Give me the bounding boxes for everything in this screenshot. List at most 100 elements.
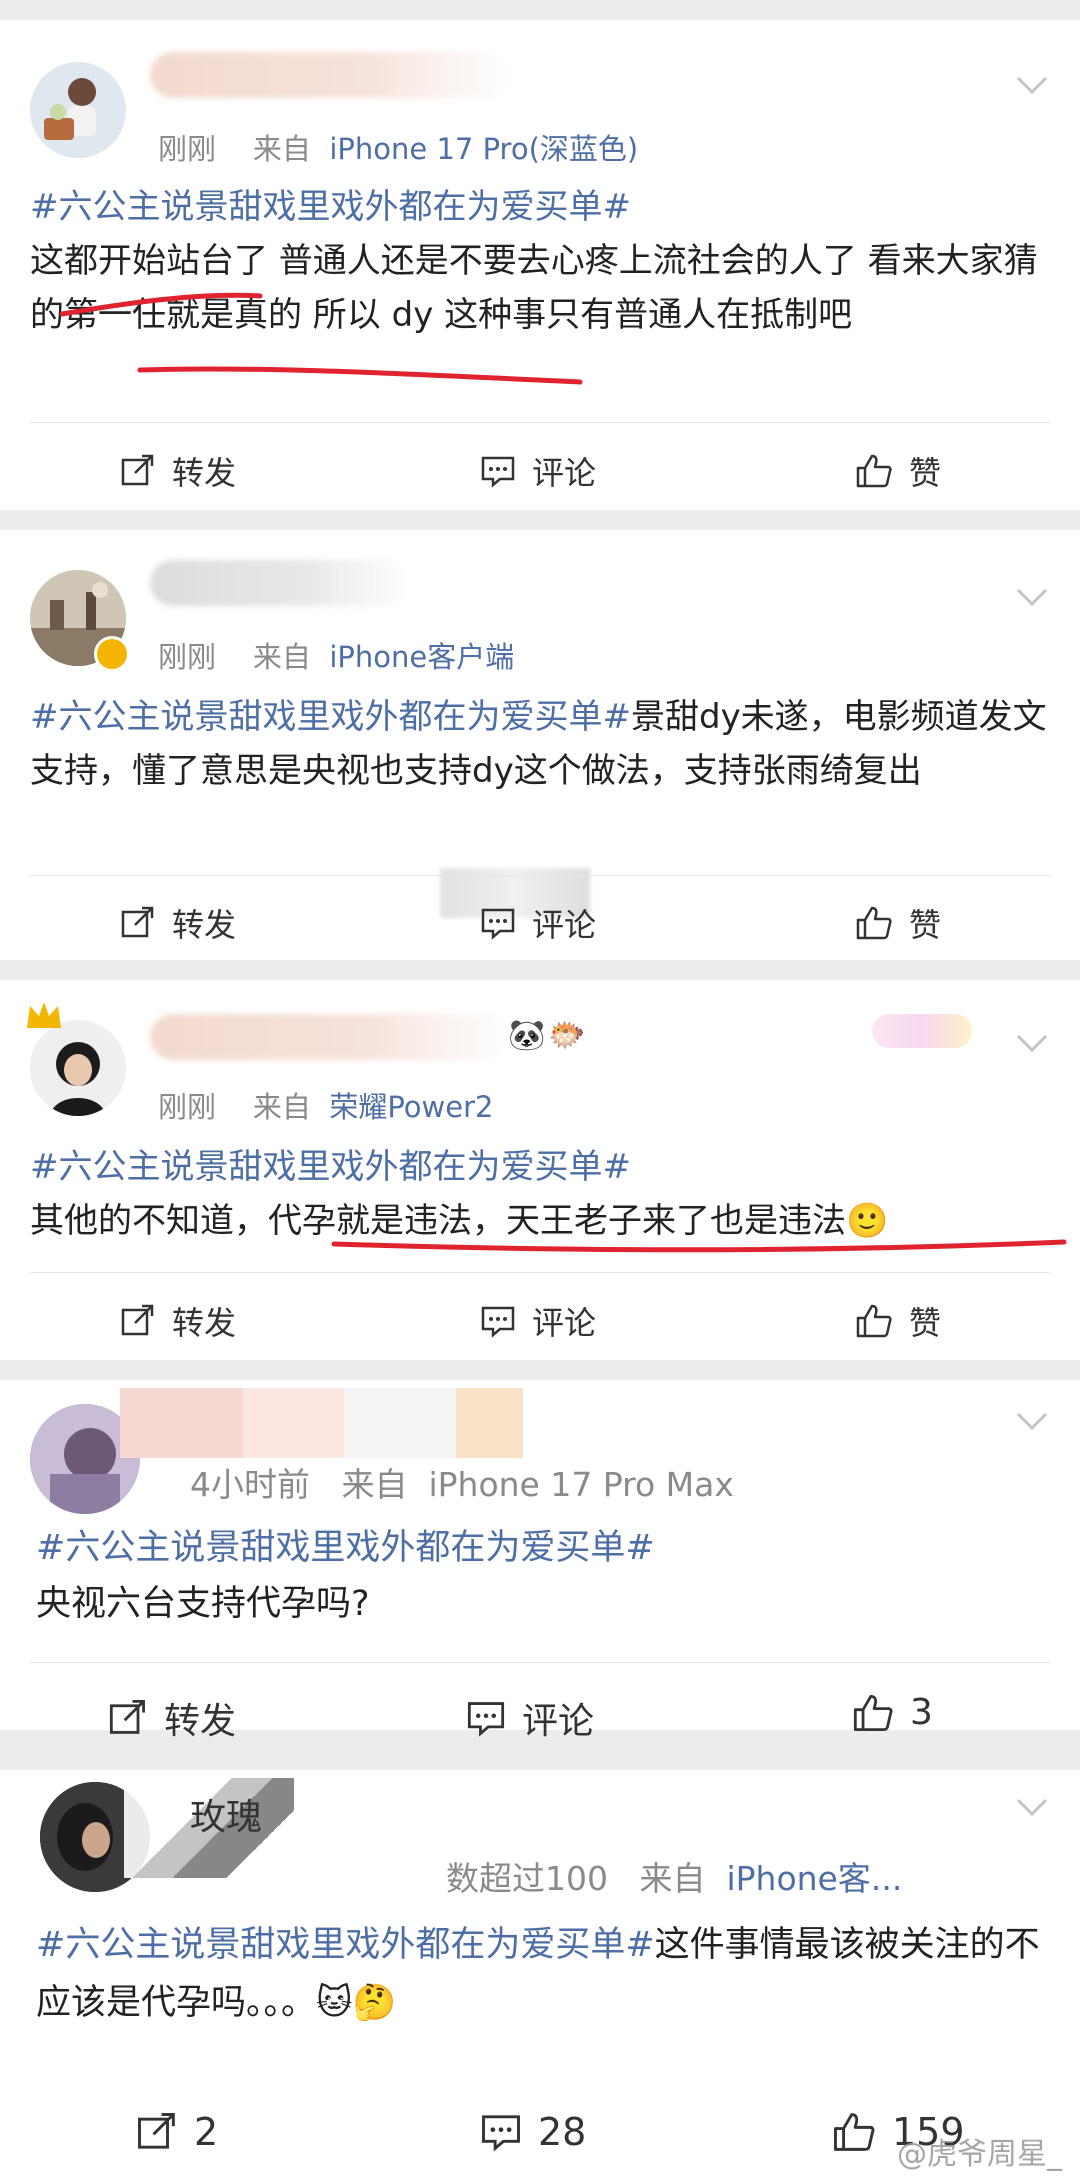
repost-label: 转发 <box>172 906 237 944</box>
like-button[interactable]: 赞 <box>855 448 941 494</box>
chevron-down-icon[interactable] <box>1012 1400 1052 1440</box>
from-label: 来自 <box>252 640 311 674</box>
divider <box>30 875 1050 876</box>
comment-button[interactable]: 评论 <box>466 1692 594 1744</box>
repost-label: 转发 <box>172 1304 237 1342</box>
sticker-icon: 🐡 <box>548 1018 586 1053</box>
crown-icon <box>27 1002 61 1028</box>
panda-icon: 🐼 <box>508 1018 546 1053</box>
watermark-text: @虎爷周星_ <box>897 2137 1062 2172</box>
like-button[interactable]: 3 <box>852 1692 933 1733</box>
comment-count: 28 <box>538 2110 587 2154</box>
repost-button[interactable]: 2 <box>136 2110 218 2154</box>
post-content: #六公主说景甜戏里戏外都在为爱买单#这件事情最该被关注的不应该是代孕吗。。。🐱🤔 <box>36 1916 1050 2032</box>
post-content: #六公主说景甜戏里戏外都在为爱买单# 央视六台支持代孕吗? <box>36 1520 1050 1632</box>
emoji-stickers: 🐱🤔 <box>316 1983 397 2023</box>
username-redacted <box>150 52 510 98</box>
post-time: 刚刚 <box>158 640 217 674</box>
repost-button[interactable]: 转发 <box>108 1692 236 1744</box>
post-meta: 4小时前 来自 iPhone 17 Pro Max <box>190 1458 734 1506</box>
from-label: 来自 <box>252 1090 311 1124</box>
repost-icon <box>109 1699 145 1734</box>
username-mosaic <box>120 1388 680 1458</box>
like-label: 赞 <box>909 906 942 944</box>
post-time: 刚刚 <box>158 132 217 166</box>
post-source[interactable]: iPhone 17 Pro(深蓝色) <box>329 132 638 166</box>
like-icon <box>853 1694 893 1731</box>
post-source[interactable]: iPhone客户端 <box>329 640 514 674</box>
post-source[interactable]: 荣耀Power2 <box>329 1090 493 1124</box>
divider <box>30 1272 1050 1273</box>
verified-badge-icon <box>94 636 130 672</box>
like-icon <box>856 454 892 488</box>
like-count: 3 <box>910 1692 933 1733</box>
comment-label: 评论 <box>522 1701 595 1742</box>
post-time: 刚刚 <box>158 1090 217 1124</box>
post-card: 刚刚 来自 iPhone 17 Pro(深蓝色) #六公主说景甜戏里戏外都在为爱… <box>0 20 1080 510</box>
post-body: 其他的不知道，代孕就是违法，天王老子来了也是违法 <box>30 1201 846 1241</box>
post-content: #六公主说景甜戏里戏外都在为爱买单# 其他的不知道，代孕就是违法，天王老子来了也… <box>30 1140 1050 1248</box>
avatar[interactable] <box>30 1020 126 1116</box>
comment-icon <box>481 908 515 940</box>
chevron-down-icon[interactable] <box>1012 1786 1052 1826</box>
repost-icon <box>121 1304 154 1336</box>
chevron-down-icon[interactable] <box>1012 64 1052 104</box>
comment-button[interactable]: 评论 <box>480 900 596 946</box>
like-icon <box>856 906 892 940</box>
post-content: #六公主说景甜戏里戏外都在为爱买单# 这都开始站台了 普通人还是不要去心疼上流社… <box>30 180 1050 342</box>
comment-label: 评论 <box>532 1304 597 1342</box>
divider <box>30 422 1050 423</box>
post-card: 玫瑰 数超过100 来自 iPhone客... #六公主说景甜戏里戏外都在为爱买… <box>0 1770 1080 2183</box>
username-fragment[interactable]: 玫瑰 <box>190 1788 262 1840</box>
post-source[interactable]: iPhone 17 Pro Max <box>428 1465 733 1504</box>
avatar[interactable] <box>30 62 126 158</box>
post-meta: 刚刚 来自 iPhone客户端 <box>158 634 514 676</box>
comment-icon <box>482 2115 520 2152</box>
repost-count: 2 <box>194 2110 219 2154</box>
repost-label: 转发 <box>172 454 237 492</box>
post-card: 4小时前 来自 iPhone 17 Pro Max #六公主说景甜戏里戏外都在为… <box>0 1380 1080 1742</box>
like-icon <box>856 1304 892 1338</box>
hashtag-link[interactable]: #六公主说景甜戏里戏外都在为爱买单# <box>30 187 631 227</box>
repost-button[interactable]: 转发 <box>120 900 236 946</box>
divider <box>30 1662 1050 1663</box>
like-icon <box>834 2113 875 2151</box>
from-label: 来自 <box>252 132 311 166</box>
like-button[interactable]: 赞 <box>855 900 941 946</box>
from-label: 来自 <box>341 1465 408 1504</box>
username-redacted <box>150 560 410 606</box>
post-time: 4小时前 <box>190 1465 310 1504</box>
post-time: 数超过100 <box>446 1859 608 1898</box>
chevron-down-icon[interactable] <box>1012 576 1052 616</box>
hashtag-link[interactable]: #六公主说景甜戏里戏外都在为爱买单# <box>30 697 631 737</box>
repost-icon <box>121 454 154 486</box>
repost-icon <box>121 906 154 938</box>
repost-button[interactable]: 转发 <box>120 1298 236 1344</box>
hashtag-link[interactable]: #六公主说景甜戏里戏外都在为爱买单# <box>36 1528 655 1568</box>
like-label: 赞 <box>909 454 942 492</box>
comment-button[interactable]: 评论 <box>480 448 596 494</box>
post-body: 央视六台支持代孕吗? <box>36 1584 370 1624</box>
repost-label: 转发 <box>164 1701 237 1742</box>
smile-emoji: 🙂 <box>846 1201 889 1241</box>
hashtag-link[interactable]: #六公主说景甜戏里戏外都在为爱买单# <box>30 1147 631 1187</box>
post-body: 这都开始站台了 普通人还是不要去心疼上流社会的人了 看来大家猜的第一任就是真的 … <box>30 241 1038 335</box>
repost-button[interactable]: 转发 <box>120 448 236 494</box>
like-button[interactable]: 赞 <box>855 1298 941 1344</box>
from-label: 来自 <box>639 1859 706 1898</box>
post-meta: 刚刚 来自 iPhone 17 Pro(深蓝色) <box>158 126 638 168</box>
repost-icon <box>138 2113 175 2149</box>
comment-button[interactable]: 评论 <box>480 1298 596 1344</box>
comment-button[interactable]: 28 <box>480 2110 586 2154</box>
comment-label: 评论 <box>532 454 597 492</box>
decoration-sticker <box>872 1014 972 1048</box>
like-label: 赞 <box>909 1304 942 1342</box>
post-card: 🐼 🐡 刚刚 来自 荣耀Power2 #六公主说景甜戏里戏外都在为爱买单# 其他… <box>0 980 1080 1360</box>
post-meta: 数超过100 来自 iPhone客... <box>446 1852 902 1900</box>
post-card: 刚刚 来自 iPhone客户端 #六公主说景甜戏里戏外都在为爱买单#景甜dy未遂… <box>0 530 1080 960</box>
comment-icon <box>481 1306 515 1338</box>
chevron-down-icon[interactable] <box>1012 1022 1052 1062</box>
post-source[interactable]: iPhone客... <box>726 1859 902 1898</box>
hashtag-link[interactable]: #六公主说景甜戏里戏外都在为爱买单# <box>36 1925 655 1965</box>
post-content: #六公主说景甜戏里戏外都在为爱买单#景甜dy未遂，电影频道发文支持，懂了意思是央… <box>30 690 1050 798</box>
